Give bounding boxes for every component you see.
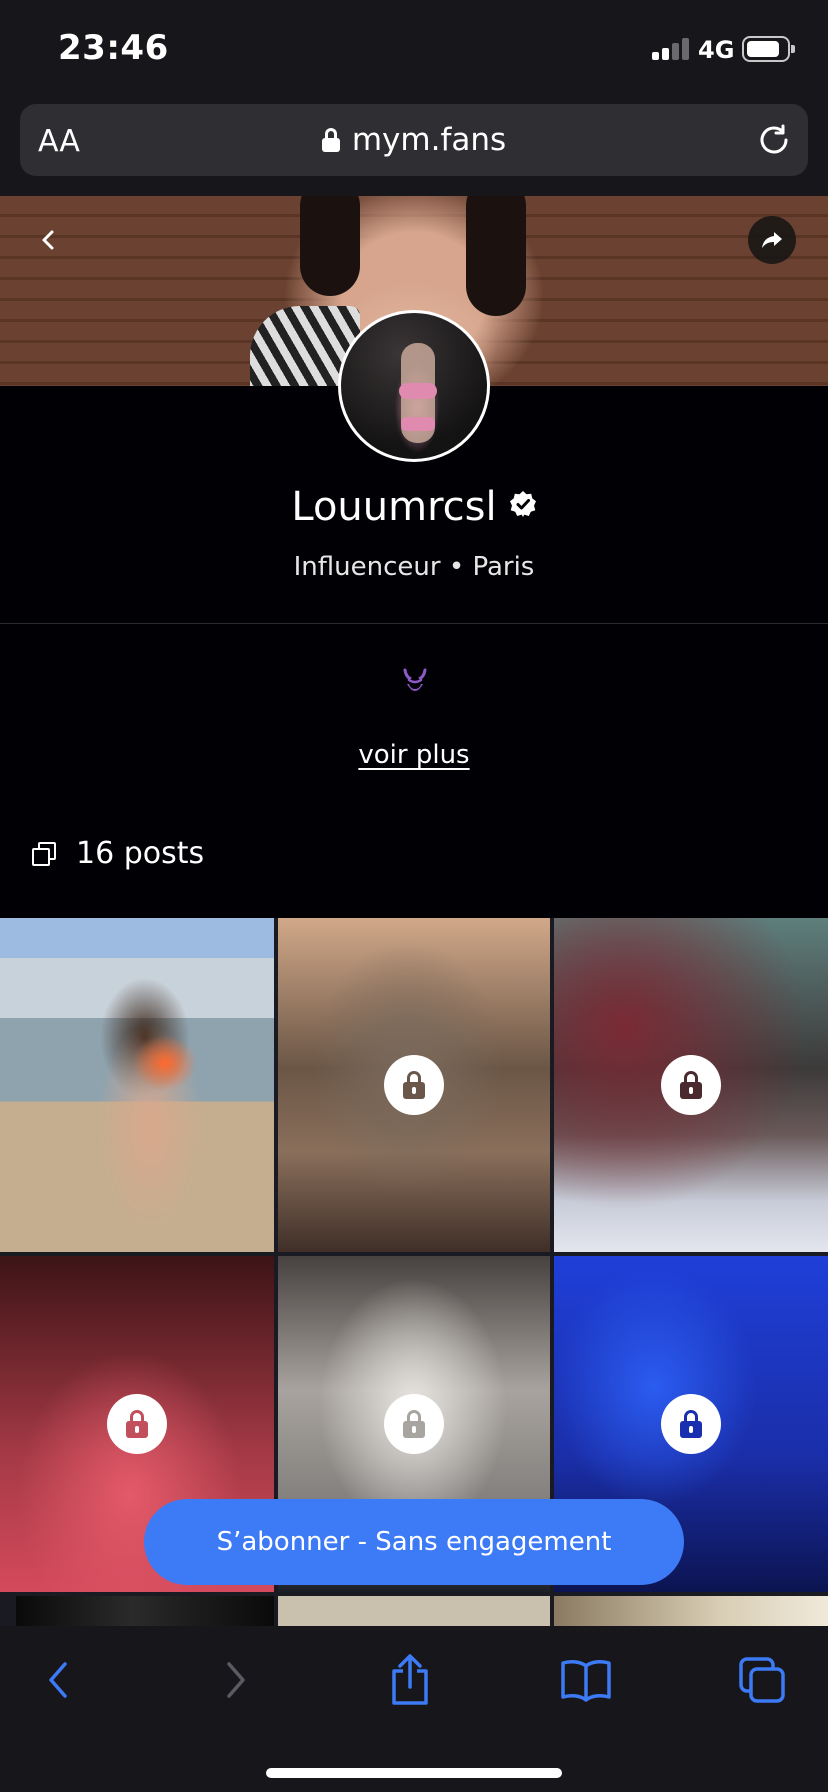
tabs-button[interactable]: [734, 1652, 790, 1708]
bookmarks-button[interactable]: [558, 1652, 614, 1708]
lock-icon: [321, 128, 340, 152]
reload-icon[interactable]: [756, 122, 792, 158]
profile-name: Louumrcsl: [291, 484, 497, 530]
share-button[interactable]: [382, 1652, 438, 1708]
posts-count-label: 16 posts: [76, 836, 205, 871]
status-bar: 23:46 4G: [0, 0, 828, 100]
post-tile[interactable]: [554, 1596, 828, 1626]
post-tile[interactable]: [278, 1596, 550, 1626]
divider: [0, 623, 828, 624]
lock-icon: [384, 1394, 444, 1454]
battery-icon: [742, 36, 795, 62]
back-button[interactable]: [24, 216, 72, 264]
book-icon: [561, 1660, 611, 1702]
posts-count: 16 posts: [32, 836, 204, 871]
see-more-link[interactable]: voir plus: [0, 740, 828, 770]
lock-icon: [661, 1055, 721, 1115]
network-type: 4G: [698, 36, 735, 64]
locked-post-tile[interactable]: [554, 918, 828, 1252]
verified-badge-icon: [509, 491, 536, 517]
locked-post-tile[interactable]: [278, 918, 550, 1252]
post-tile[interactable]: [16, 1596, 274, 1626]
tabs-icon: [739, 1657, 785, 1703]
post-tile[interactable]: [0, 918, 274, 1252]
browser-forward-button[interactable]: [208, 1652, 264, 1708]
share-icon: [392, 1654, 428, 1705]
status-time: 23:46: [58, 28, 169, 68]
browser-address-area: AA mym.fans: [0, 100, 828, 196]
url-text: mym.fans: [351, 122, 507, 158]
avatar[interactable]: [338, 310, 490, 462]
lock-icon: [661, 1394, 721, 1454]
url-display[interactable]: mym.fans: [20, 122, 808, 158]
profile-name-row: Louumrcsl: [0, 484, 828, 530]
smiling-devil-emoji-icon: [403, 668, 427, 691]
chevron-left-icon: [42, 230, 54, 250]
browser-back-button[interactable]: [30, 1652, 86, 1708]
lock-icon: [107, 1394, 167, 1454]
lock-icon: [384, 1055, 444, 1115]
home-indicator: [266, 1768, 562, 1778]
share-arrow-icon: [762, 232, 782, 248]
subscribe-button[interactable]: S’abonner - Sans engagement: [144, 1499, 684, 1585]
chevron-right-icon: [227, 1662, 245, 1698]
gallery-icon: [32, 841, 56, 866]
share-profile-button[interactable]: [748, 216, 796, 264]
browser-toolbar: [0, 1626, 828, 1792]
signal-icon: [652, 38, 690, 60]
chevron-left-icon: [49, 1662, 67, 1698]
address-bar[interactable]: AA mym.fans: [20, 104, 808, 176]
profile-subtitle: Influenceur • Paris: [293, 552, 535, 582]
